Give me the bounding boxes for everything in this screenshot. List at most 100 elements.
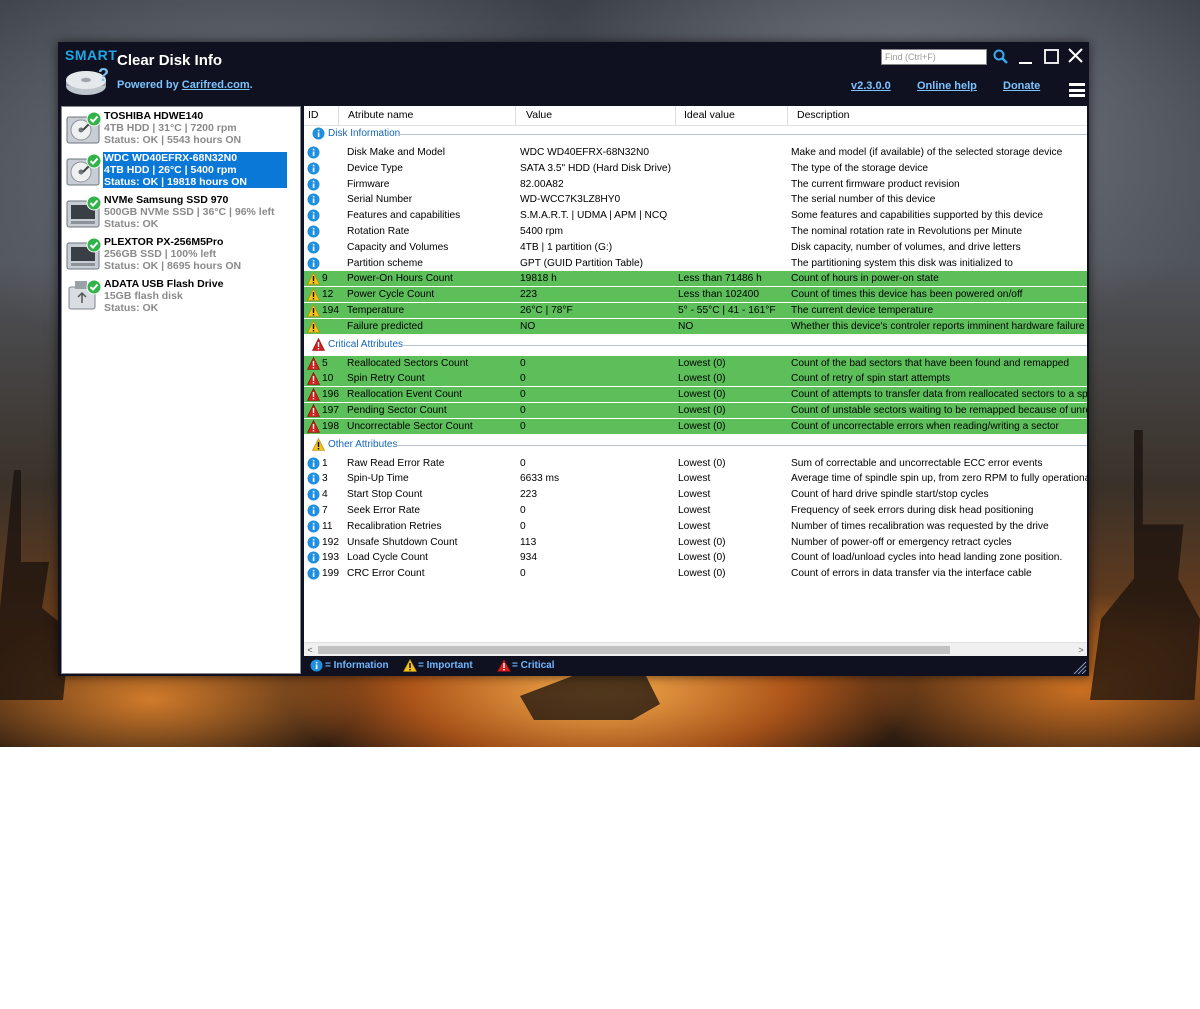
col-header-value[interactable]: Value (522, 106, 676, 126)
cell-ideal-value: Lowest (678, 473, 711, 485)
table-row[interactable]: 193 Load Cycle Count 934 Lowest (0) Count of… (304, 550, 1087, 565)
table-row[interactable]: 196 Reallocation Event Count 0 Lowest (0) Co… (304, 387, 1087, 403)
info-icon (307, 209, 320, 222)
cell-attribute-name: Disk Make and Model (347, 147, 445, 158)
scrollbar-thumb[interactable] (318, 646, 950, 654)
cell-ideal-value: Lowest (0) (678, 536, 726, 548)
cell-attribute-name: Raw Read Error Rate (347, 457, 445, 469)
table-row[interactable]: 1 Raw Read Error Rate 0 Lowest (0) Sum of co… (304, 456, 1087, 471)
table-row[interactable]: 11 Recalibration Retries 0 Lowest Number of … (304, 519, 1087, 534)
cell-description: Sum of correctable and uncorrectable ECC… (791, 457, 1043, 469)
hdd-ok-icon (66, 111, 102, 144)
cell-attribute-name: Recalibration Retries (347, 520, 442, 532)
col-header-ideal[interactable]: Ideal value (680, 106, 788, 126)
menu-hamburger-icon[interactable] (1069, 83, 1085, 97)
cell-value: 26°C | 78°F (520, 305, 573, 316)
table-row[interactable]: Disk Make and Model WDC WD40EFRX-68N32N0 M… (304, 145, 1087, 160)
disk-list-item[interactable]: TOSHIBA HDWE140 4TB HDD | 31°C | 7200 rpm… (65, 110, 287, 146)
info-icon (307, 520, 320, 533)
cell-description: Count of attempts to transfer data from … (791, 389, 1087, 401)
cell-attribute-name: Reallocation Event Count (347, 389, 462, 401)
cell-ideal-value: Lowest (678, 489, 711, 501)
scroll-left-arrow-icon[interactable]: < (304, 643, 316, 657)
table-row[interactable]: Capacity and Volumes 4TB | 1 partition (G… (304, 240, 1087, 255)
table-row[interactable]: 197 Pending Sector Count 0 Lowest (0) Count … (304, 403, 1087, 418)
table-row[interactable]: 7 Seek Error Rate 0 Lowest Frequency of seek… (304, 503, 1087, 518)
close-icon[interactable] (1067, 47, 1085, 65)
table-row[interactable]: Failure predicted NO NO Whether this device… (304, 318, 1087, 334)
cell-ideal-value: Lowest (0) (678, 357, 726, 369)
info-icon (307, 551, 320, 564)
disk-list-item[interactable]: NVMe Samsung SSD 970 500GB NVMe SSD | 36°… (65, 194, 287, 230)
cell-ideal-value: Lowest (0) (678, 552, 726, 564)
col-header-id[interactable]: ID (304, 106, 339, 126)
table-row[interactable]: 9 Power-On Hours Count 19818 h Less than 71… (304, 271, 1087, 287)
attribute-table: ID Atribute name Value Ideal value Descr… (304, 106, 1087, 656)
cell-description: Count of hours in power-on state (791, 273, 939, 285)
legend-critical-text: = Critical (512, 660, 555, 671)
ssd-ok-icon (66, 195, 102, 228)
donate-link[interactable]: Donate (1003, 80, 1040, 92)
disk-list-item[interactable]: PLEXTOR PX-256M5Pro 256GB SSD | 100% left… (65, 236, 287, 272)
find-input[interactable] (881, 49, 987, 65)
table-row[interactable]: 198 Uncorrectable Sector Count 0 Lowest (0)… (304, 418, 1087, 434)
cell-ideal-value: Lowest (0) (678, 405, 726, 416)
hdd-ok-icon (66, 153, 102, 186)
cell-value: 5400 rpm (520, 226, 564, 237)
maximize-icon[interactable] (1043, 48, 1061, 66)
col-header-name[interactable]: Atribute name (344, 106, 516, 126)
horizontal-scrollbar[interactable]: < > (304, 642, 1087, 656)
ssd-ok-icon (66, 237, 102, 270)
table-row[interactable]: 4 Start Stop Count 223 Lowest Count of hard … (304, 487, 1087, 502)
table-row[interactable]: 5 Reallocated Sectors Count 0 Lowest (0) Cou… (304, 355, 1087, 371)
minimize-icon[interactable] (1017, 48, 1035, 66)
cell-description: The current device temperature (791, 305, 934, 316)
disk-list-item[interactable]: ADATA USB Flash Drive 15GB flash disk Stat… (65, 278, 287, 314)
col-header-description[interactable]: Description (793, 106, 1087, 126)
cell-description: Count of load/unload cycles into head la… (791, 552, 1063, 564)
cell-description: The current firmware product revision (791, 178, 960, 190)
disk-detail: 500GB NVMe SSD | 36°C | 96% left (104, 206, 275, 218)
table-row[interactable]: Serial Number WD-WCC7K3LZ8HY0 The serial n… (304, 192, 1087, 207)
table-row[interactable]: 12 Power Cycle Count 223 Less than 102400 Co… (304, 287, 1087, 303)
cell-description: Count of unstable sectors waiting to be … (791, 405, 1087, 416)
cell-description: Count of retry of spin start attempts (791, 373, 951, 385)
cell-id: 12 (322, 289, 334, 301)
table-row[interactable]: Partition scheme GPT (GUID Partition Tabl… (304, 256, 1087, 271)
cell-id: 193 (322, 552, 339, 564)
table-row[interactable]: 199 CRC Error Count 0 Lowest (0) Count of er… (304, 566, 1087, 581)
scroll-right-arrow-icon[interactable]: > (1075, 643, 1087, 657)
critical-icon (307, 356, 320, 370)
powered-suffix: . (249, 79, 253, 91)
group-title: Disk Information (328, 128, 401, 139)
table-row[interactable]: Device Type SATA 3.5" HDD (Hard Disk Driv… (304, 161, 1087, 176)
warning-icon (403, 659, 417, 672)
online-help-link[interactable]: Online help (917, 80, 977, 92)
version-link[interactable]: v2.3.0.0 (851, 80, 891, 92)
app-logo-disk-icon: ? (66, 66, 109, 95)
cell-attribute-name: Device Type (347, 162, 403, 174)
cell-attribute-name: Power-On Hours Count (347, 273, 453, 285)
table-row[interactable]: 194 Temperature 26°C | 78°F 5° - 55°C | 41 … (304, 303, 1087, 318)
cell-ideal-value: Lowest (0) (678, 568, 726, 580)
table-row[interactable]: 192 Unsafe Shutdown Count 113 Lowest (0) Num… (304, 535, 1087, 550)
cell-value: S.M.A.R.T. | UDMA | APM | NCQ (520, 210, 668, 222)
warning-icon (307, 319, 320, 333)
table-row[interactable]: 10 Spin Retry Count 0 Lowest (0) Count of re… (304, 371, 1087, 387)
powered-by: Powered by Carifred.com. (117, 79, 253, 91)
table-row[interactable]: 3 Spin-Up Time 6633 ms Lowest Average time o… (304, 471, 1087, 486)
cell-description: Whether this device's controler reports … (791, 320, 1085, 332)
info-icon (307, 241, 320, 254)
table-row[interactable]: Rotation Rate 5400 rpm The nominal rotatio… (304, 224, 1087, 239)
info-icon (307, 536, 320, 549)
search-icon[interactable] (992, 48, 1010, 66)
resize-grip-icon[interactable] (1072, 660, 1087, 674)
cell-id: 197 (322, 405, 339, 416)
table-row[interactable]: Features and capabilities S.M.A.R.T. | UD… (304, 208, 1087, 223)
info-icon (307, 567, 320, 580)
disk-list-item[interactable]: WDC WD40EFRX-68N32N0 4TB HDD | 26°C | 540… (65, 152, 287, 188)
cell-value: 0 (520, 357, 526, 369)
cell-description: Frequency of seek errors during disk hea… (791, 505, 1034, 516)
table-row[interactable]: Firmware 82.00A82 The current firmware pro… (304, 177, 1087, 192)
carifred-link[interactable]: Carifred.com (182, 79, 250, 91)
